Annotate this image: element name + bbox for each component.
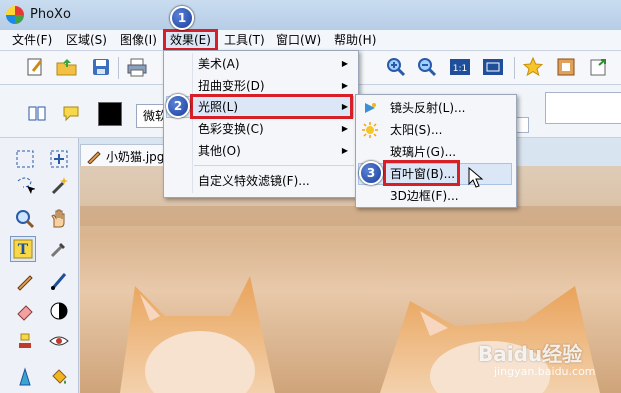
lens-flare-icon xyxy=(365,103,376,113)
favorite-button[interactable] xyxy=(520,54,546,80)
effects-menu-custom-filter[interactable]: 自定义特效滤镜(F)... xyxy=(164,170,358,192)
magnifier-icon xyxy=(16,210,35,229)
sun-icon xyxy=(362,122,378,138)
export-button[interactable] xyxy=(586,54,612,80)
zoom-tool[interactable] xyxy=(12,206,38,232)
pencil-page-icon xyxy=(27,58,43,76)
fill-bucket-icon xyxy=(52,369,67,384)
open-button[interactable] xyxy=(54,54,80,80)
app-logo-icon xyxy=(6,6,24,24)
menu-tools[interactable]: 工具(T) xyxy=(220,32,269,48)
contrast-tool[interactable] xyxy=(46,298,72,324)
effects-menu-color[interactable]: 色彩变换(C) ▶ xyxy=(164,118,358,140)
rect-select-tool[interactable] xyxy=(12,146,38,172)
clone-stamp-icon xyxy=(19,333,31,348)
text-input-box[interactable] xyxy=(545,92,621,124)
move-selection-tool[interactable] xyxy=(46,146,72,172)
eraser-tool[interactable] xyxy=(12,298,38,324)
brush-tool[interactable] xyxy=(46,268,72,294)
zoom-in-button[interactable] xyxy=(383,54,409,80)
zoom-out-button[interactable] xyxy=(414,54,440,80)
actual-size-icon: 1:1 xyxy=(450,59,470,75)
menu-bar: 文件(F) 区域(S) 图像(I) 效果(E) 工具(T) 窗口(W) 帮助(H… xyxy=(0,29,621,51)
speech-bubble-icon xyxy=(63,106,79,122)
title-bar: PhoXo xyxy=(0,0,621,30)
brush-icon xyxy=(51,273,67,290)
book-icon xyxy=(28,106,46,121)
pencil-icon xyxy=(87,151,101,164)
new-document-button[interactable] xyxy=(22,54,48,80)
text-book-button[interactable] xyxy=(24,100,50,126)
mouse-cursor-icon xyxy=(468,167,484,188)
star-icon xyxy=(523,57,543,77)
lasso-tool[interactable] xyxy=(12,172,38,198)
menu-help[interactable]: 帮助(H) xyxy=(330,32,380,48)
lasso-icon xyxy=(17,177,35,194)
blinds-highlight-box xyxy=(383,160,460,186)
svg-text:1:1: 1:1 xyxy=(453,64,467,74)
fit-window-button[interactable] xyxy=(480,54,506,80)
svg-text:T: T xyxy=(18,242,29,258)
effects-menu-other[interactable]: 其他(O) ▶ xyxy=(164,140,358,162)
hand-icon xyxy=(51,209,65,228)
lighting-lens-flare[interactable]: 镜头反射(L)... xyxy=(356,97,516,119)
baidu-watermark-url: jingyan.baidu.com xyxy=(494,365,596,378)
step-badge-1: 1 xyxy=(170,6,194,30)
save-button[interactable] xyxy=(88,54,114,80)
red-eye-tool[interactable] xyxy=(46,328,72,354)
submenu-arrow-icon: ▶ xyxy=(341,124,348,133)
text-t-icon: T xyxy=(13,239,33,259)
menu-image[interactable]: 图像(I) xyxy=(116,32,161,48)
app-title: PhoXo xyxy=(30,7,71,22)
hand-tool[interactable] xyxy=(46,206,72,232)
magic-wand-tool[interactable] xyxy=(46,172,72,198)
fit-window-icon xyxy=(483,59,503,75)
clone-tool[interactable] xyxy=(12,328,38,354)
step-badge-3: 3 xyxy=(359,161,383,185)
floppy-icon xyxy=(93,59,109,75)
effects-menu: 美术(A) ▶ 扭曲变形(D) ▶ 光照(L) ▶ 色彩变换(C) ▶ 其他(O… xyxy=(163,50,359,198)
submenu-arrow-icon: ▶ xyxy=(341,146,348,155)
fill-tool[interactable] xyxy=(46,364,72,390)
rect-select-icon xyxy=(16,150,34,168)
lighting-submenu: 镜头反射(L)... 太阳(S)... 玻璃片(G)... 百叶窗(B)... … xyxy=(355,94,517,208)
eraser-icon xyxy=(17,305,33,321)
contrast-icon xyxy=(50,302,68,320)
frame-icon xyxy=(557,58,575,76)
pen-tool[interactable] xyxy=(12,268,38,294)
zoom-out-icon xyxy=(418,58,437,77)
step-badge-2: 2 xyxy=(166,94,190,118)
print-button[interactable] xyxy=(124,54,150,80)
lighting-3d-border[interactable]: 3D边框(F)... xyxy=(356,185,516,207)
pen-icon xyxy=(17,275,33,291)
menu-window[interactable]: 窗口(W) xyxy=(272,32,325,48)
eyedropper-tool[interactable] xyxy=(46,236,72,262)
lighting-highlight-box xyxy=(190,94,353,119)
actual-size-button[interactable]: 1:1 xyxy=(447,54,473,80)
zoom-in-icon xyxy=(387,58,406,77)
text-tool[interactable]: T xyxy=(10,236,36,262)
eye-icon xyxy=(49,336,69,346)
effects-menu-art[interactable]: 美术(A) ▶ xyxy=(164,53,358,75)
printer-icon xyxy=(127,58,147,77)
menu-effects[interactable]: 效果(E) xyxy=(163,29,218,51)
menu-file[interactable]: 文件(F) xyxy=(8,32,56,48)
sharpen-tool[interactable] xyxy=(12,364,38,390)
baidu-watermark: Baidu经验 xyxy=(478,342,583,366)
export-icon xyxy=(590,59,606,76)
menu-selection[interactable]: 区域(S) xyxy=(62,32,111,48)
frame-button[interactable] xyxy=(553,54,579,80)
sharpen-icon xyxy=(19,367,31,386)
text-color-swatch[interactable] xyxy=(98,102,122,126)
move-icon xyxy=(50,150,68,168)
folder-open-icon xyxy=(56,59,77,76)
text-bubble-button[interactable] xyxy=(58,100,84,126)
magic-wand-icon xyxy=(51,177,68,195)
eyedropper-icon xyxy=(50,243,65,258)
lighting-sun[interactable]: 太阳(S)... xyxy=(356,119,516,141)
document-tab-label: 小奶猫.jpg xyxy=(106,150,165,164)
submenu-arrow-icon: ▶ xyxy=(341,59,348,68)
